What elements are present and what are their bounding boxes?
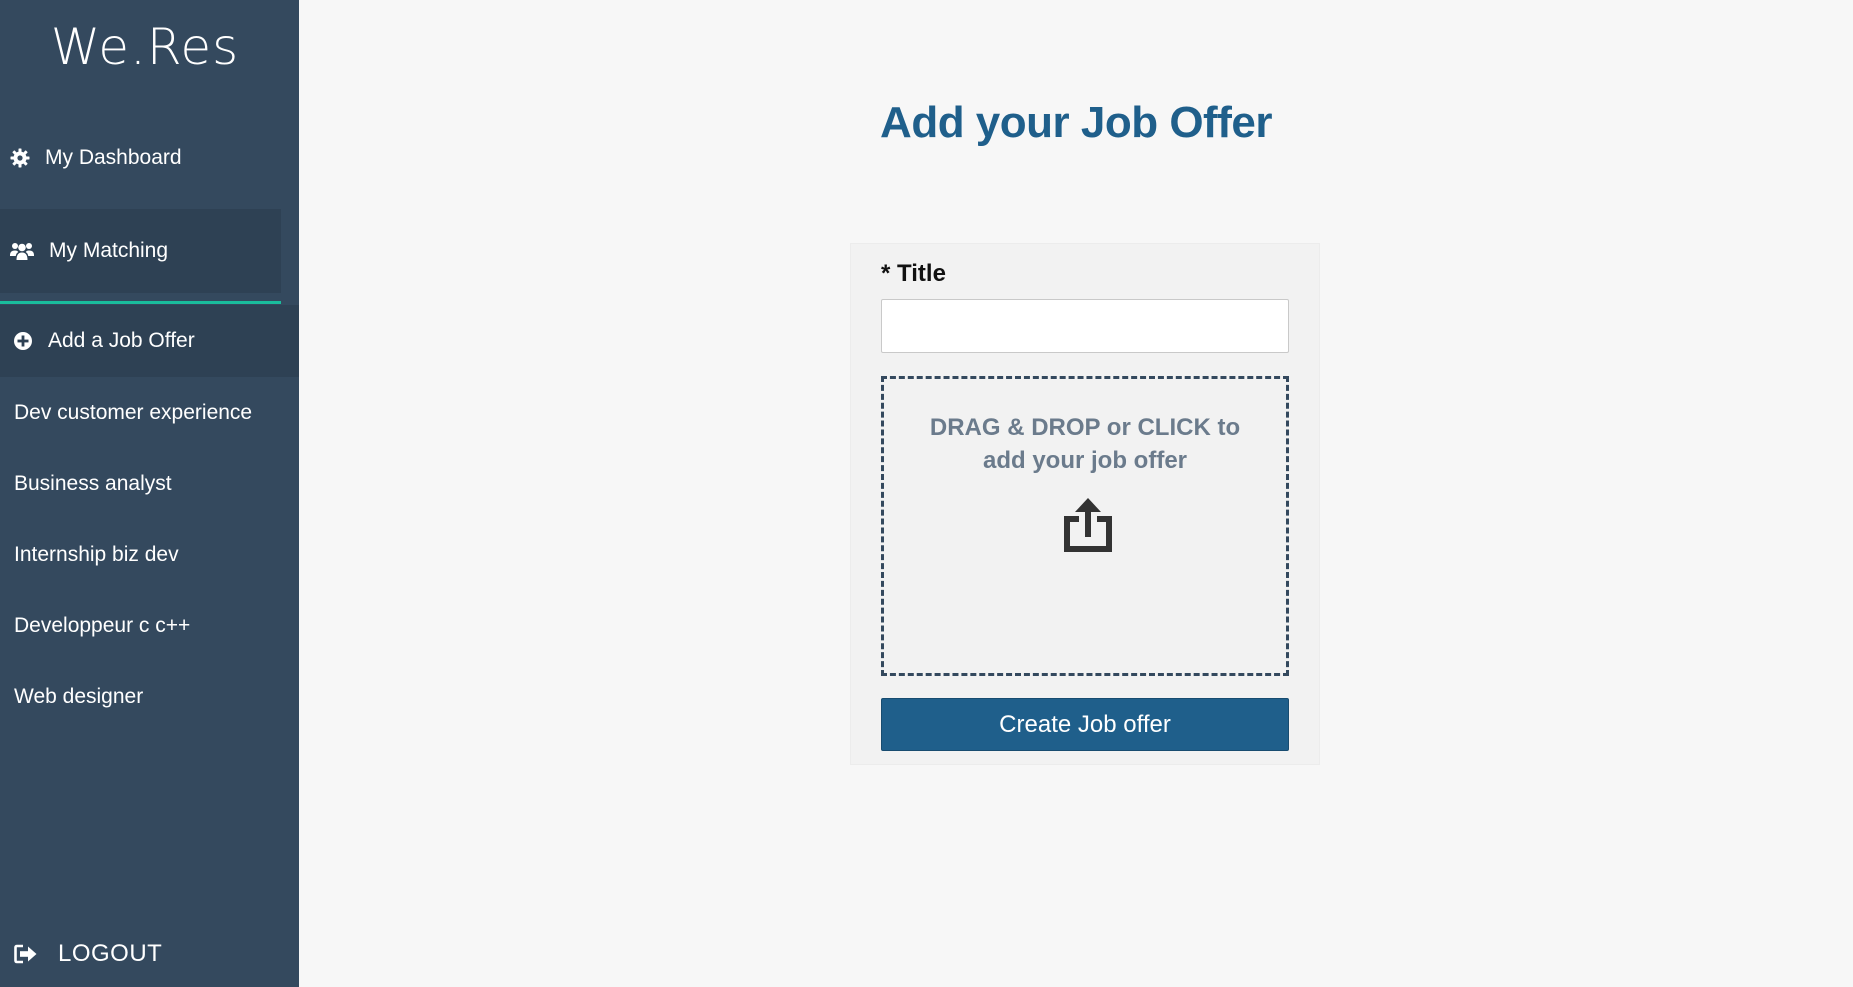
nav-my-matching[interactable]: My Matching: [0, 209, 281, 293]
nav-label: My Matching: [49, 239, 169, 262]
create-job-offer-button[interactable]: Create Job offer: [881, 698, 1289, 751]
page-title: Add your Job Offer: [880, 98, 1272, 147]
nav-add-job-offer[interactable]: Add a Job Offer: [0, 305, 299, 377]
app-logo[interactable]: We.Res: [0, 18, 290, 76]
title-label: * Title: [881, 260, 946, 287]
plus-circle-icon: [12, 330, 34, 352]
file-dropzone[interactable]: DRAG & DROP or CLICK to add your job off…: [881, 376, 1289, 676]
logout-button[interactable]: LOGOUT: [14, 940, 162, 968]
nav-label: My Dashboard: [45, 146, 182, 169]
title-input[interactable]: [881, 299, 1289, 353]
nav-label: Add a Job Offer: [48, 329, 195, 352]
nav-my-dashboard[interactable]: My Dashboard: [0, 136, 281, 180]
job-offer-item[interactable]: Business analyst: [14, 472, 172, 496]
logout-label: LOGOUT: [58, 940, 163, 967]
job-offer-form: * Title DRAG & DROP or CLICK to add your…: [850, 243, 1320, 765]
dropzone-text: DRAG & DROP or CLICK to add your job off…: [929, 414, 1241, 474]
job-offer-item[interactable]: Internship biz dev: [14, 543, 179, 567]
job-offer-item[interactable]: Web designer: [14, 685, 143, 709]
active-indicator-line: [0, 301, 281, 304]
job-offer-item[interactable]: Developpeur c c++: [14, 614, 190, 638]
users-icon: [9, 240, 35, 262]
sidebar: We.Res My Dashboard My Matching Add a Jo…: [0, 0, 299, 987]
upload-share-icon: [1058, 495, 1118, 555]
sign-out-icon: [14, 943, 40, 965]
gear-icon: [9, 147, 31, 169]
job-offer-item[interactable]: Dev customer experience: [14, 401, 252, 425]
